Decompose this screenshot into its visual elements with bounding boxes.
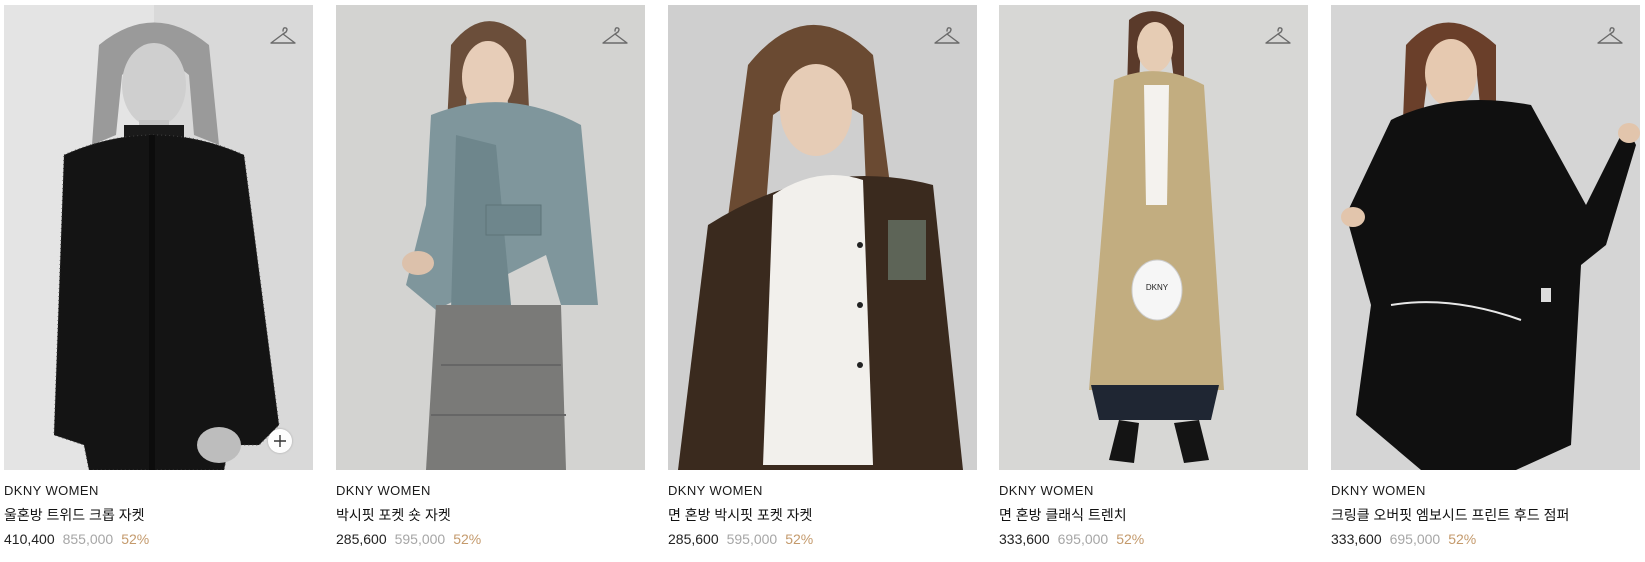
product-photo-pocket-jacket bbox=[668, 5, 977, 470]
original-price: 855,000 bbox=[62, 531, 114, 547]
discount-rate: 52% bbox=[785, 531, 814, 547]
plus-icon bbox=[274, 435, 286, 447]
product-photo-tweed-jacket bbox=[4, 5, 313, 470]
product-image[interactable] bbox=[1331, 5, 1640, 470]
original-price: 595,000 bbox=[726, 531, 778, 547]
product-name[interactable]: 박시핏 포켓 숏 자켓 bbox=[336, 505, 645, 525]
sale-price: 285,600 bbox=[668, 531, 719, 547]
product-image[interactable]: DKNY bbox=[999, 5, 1308, 470]
product-prices: 285,600 595,000 52% bbox=[336, 529, 645, 549]
discount-rate: 52% bbox=[1116, 531, 1145, 547]
sale-price: 333,600 bbox=[999, 531, 1050, 547]
product-card[interactable]: DKNY WOMEN 울혼방 트위드 크롭 자켓 410,400 855,000 5… bbox=[4, 0, 313, 549]
product-photo-boxy-jacket bbox=[336, 5, 645, 470]
quick-add-button[interactable] bbox=[268, 429, 292, 453]
product-brand[interactable]: DKNY WOMEN bbox=[999, 482, 1308, 500]
svg-text:DKNY: DKNY bbox=[1146, 283, 1169, 292]
original-price: 695,000 bbox=[1057, 531, 1109, 547]
hanger-icon[interactable] bbox=[1596, 25, 1624, 49]
sale-price: 285,600 bbox=[336, 531, 387, 547]
product-name[interactable]: 면 혼방 박시핏 포켓 자켓 bbox=[668, 505, 977, 525]
discount-rate: 52% bbox=[121, 531, 150, 547]
product-prices: 333,600 695,000 52% bbox=[999, 529, 1308, 549]
product-name[interactable]: 크링클 오버핏 엠보시드 프린트 후드 점퍼 bbox=[1331, 505, 1640, 525]
product-prices: 333,600 695,000 52% bbox=[1331, 529, 1640, 549]
product-brand[interactable]: DKNY WOMEN bbox=[668, 482, 977, 500]
product-brand[interactable]: DKNY WOMEN bbox=[4, 482, 313, 500]
discount-rate: 52% bbox=[453, 531, 482, 547]
hanger-icon[interactable] bbox=[601, 25, 629, 49]
product-image[interactable] bbox=[4, 5, 313, 470]
product-card[interactable]: DKNY WOMEN 면 혼방 박시핏 포켓 자켓 285,600 595,000… bbox=[668, 0, 977, 549]
original-price: 695,000 bbox=[1389, 531, 1441, 547]
discount-rate: 52% bbox=[1448, 531, 1477, 547]
sale-price: 333,600 bbox=[1331, 531, 1382, 547]
product-name[interactable]: 울혼방 트위드 크롭 자켓 bbox=[4, 505, 313, 525]
product-photo-trench: DKNY bbox=[999, 5, 1308, 470]
product-photo-hood-jumper bbox=[1331, 5, 1640, 470]
original-price: 595,000 bbox=[394, 531, 446, 547]
product-card[interactable]: DKNY WOMEN 크링클 오버핏 엠보시드 프린트 후드 점퍼 333,60… bbox=[1331, 0, 1640, 549]
product-prices: 410,400 855,000 52% bbox=[4, 529, 313, 549]
product-grid: DKNY WOMEN 울혼방 트위드 크롭 자켓 410,400 855,000 5… bbox=[0, 0, 1645, 562]
sale-price: 410,400 bbox=[4, 531, 55, 547]
product-image[interactable] bbox=[336, 5, 645, 470]
product-brand[interactable]: DKNY WOMEN bbox=[336, 482, 645, 500]
product-card[interactable]: DKNY DKNY WOMEN 면 혼방 클래식 트렌치 333,600 695,… bbox=[999, 0, 1308, 549]
product-brand[interactable]: DKNY WOMEN bbox=[1331, 482, 1640, 500]
product-image[interactable] bbox=[668, 5, 977, 470]
hanger-icon[interactable] bbox=[1264, 25, 1292, 49]
hanger-icon[interactable] bbox=[933, 25, 961, 49]
product-name[interactable]: 면 혼방 클래식 트렌치 bbox=[999, 505, 1308, 525]
hanger-icon[interactable] bbox=[269, 25, 297, 49]
product-prices: 285,600 595,000 52% bbox=[668, 529, 977, 549]
product-card[interactable]: DKNY WOMEN 박시핏 포켓 숏 자켓 285,600 595,000 52% bbox=[336, 0, 645, 549]
